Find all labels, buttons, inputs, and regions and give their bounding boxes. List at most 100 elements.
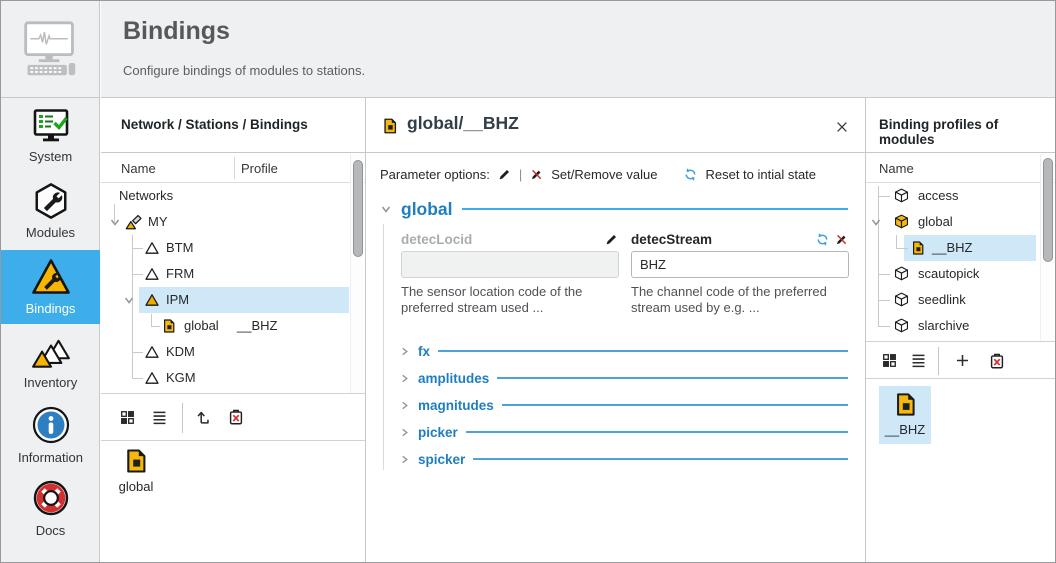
delete-icon[interactable] <box>988 352 1006 370</box>
subsection-picker[interactable]: picker <box>399 419 848 445</box>
profile-icon-item-bhz[interactable]: __BHZ <box>879 386 931 444</box>
subsection-fx[interactable]: fx <box>399 338 848 364</box>
sidebar-item-label: Docs <box>36 523 66 538</box>
scrollbar-thumb[interactable] <box>353 160 363 257</box>
parameter-options-label: Parameter options: <box>380 167 490 182</box>
tree-row-station-kgm[interactable]: KGM <box>101 365 351 391</box>
tree-row-network-my[interactable]: MY <box>101 209 351 235</box>
add-profile-icon[interactable] <box>954 352 971 369</box>
sidebar-item-bindings[interactable]: Bindings <box>1 250 100 324</box>
binding-file-icon <box>122 447 150 475</box>
binding-file-icon <box>161 318 177 334</box>
editor-header: global/__BHZ <box>366 98 865 153</box>
subsection-magnitudes[interactable]: magnitudes <box>399 392 848 418</box>
tree-row-module-global[interactable]: global <box>866 209 1040 235</box>
station-triangle-icon <box>144 240 160 256</box>
subsection-label: magnitudes <box>418 398 494 413</box>
column-separator[interactable] <box>234 157 235 179</box>
scconfig-window: Bindings Configure bindings of modules t… <box>0 0 1056 563</box>
icon-view-icon[interactable] <box>119 409 136 426</box>
tree-row-networks[interactable]: Networks <box>101 183 351 209</box>
close-icon[interactable] <box>834 119 850 135</box>
sidebar-item-inventory[interactable]: Inventory <box>1 334 100 394</box>
tree-row-module-scautopick[interactable]: scautopick <box>866 261 1040 287</box>
chevron-down-icon[interactable] <box>123 294 135 306</box>
chevron-down-icon[interactable] <box>870 216 882 228</box>
tree-label: MY <box>148 214 168 229</box>
modules-hexagon-wrench-icon <box>32 182 70 220</box>
subsection-rule <box>466 431 848 433</box>
scrollbar-thumb[interactable] <box>1043 158 1053 262</box>
remove-value-icon[interactable] <box>834 232 849 247</box>
chevron-right-icon[interactable] <box>399 427 410 438</box>
module-cube-icon <box>893 317 910 334</box>
editor-panel: global/__BHZ Parameter options: | Set/Re… <box>366 98 866 562</box>
tree-row-module-seedlink[interactable]: seedlink <box>866 287 1040 313</box>
network-icon <box>125 213 143 231</box>
scrollbar-track[interactable] <box>1040 154 1054 341</box>
remove-value-icon[interactable] <box>529 167 544 182</box>
tree-row-profile-bhz[interactable]: __BHZ <box>866 235 1040 261</box>
system-monitor-icon <box>31 108 71 144</box>
stations-panel-header: Network / Stations / Bindings <box>101 98 365 153</box>
sidebar-item-information[interactable]: Information <box>1 404 100 466</box>
edit-pencil-icon[interactable] <box>604 232 619 247</box>
profiles-columns: Name <box>866 153 1055 183</box>
subsection-amplitudes[interactable]: amplitudes <box>399 365 848 391</box>
binding-icon-item-global[interactable]: global <box>109 447 163 494</box>
toolbar-separator <box>182 403 183 433</box>
tree-row-station-frm[interactable]: FRM <box>101 261 351 287</box>
sidebar-item-system[interactable]: System <box>1 106 100 166</box>
icon-view-icon[interactable] <box>881 352 898 369</box>
docs-lifebuoy-icon <box>31 478 71 518</box>
chevron-down-icon[interactable] <box>380 203 392 215</box>
module-cube-icon <box>893 265 910 282</box>
detecStream-input[interactable] <box>631 251 849 278</box>
chevron-right-icon[interactable] <box>399 454 410 465</box>
tree-row-station-kdm[interactable]: KDM <box>101 339 351 365</box>
editor-title: global/__BHZ <box>407 113 519 134</box>
sidebar-item-modules[interactable]: Modules <box>1 181 100 241</box>
stations-panel: Network / Stations / Bindings Name Profi… <box>101 98 366 562</box>
delete-icon[interactable] <box>227 408 245 426</box>
go-up-icon[interactable] <box>194 408 212 426</box>
reset-initial-state-label[interactable]: Reset to intial state <box>705 167 816 182</box>
chevron-right-icon[interactable] <box>399 400 410 411</box>
field-description: The sensor location code of the preferre… <box>401 284 619 316</box>
sidebar-item-docs[interactable]: Docs <box>1 478 100 538</box>
chevron-right-icon[interactable] <box>399 346 410 357</box>
tree-row-binding-global[interactable]: global __BHZ <box>101 313 351 339</box>
tree-profile-value: __BHZ <box>237 318 277 333</box>
reset-refresh-icon[interactable] <box>815 232 830 247</box>
tree-label: FRM <box>166 266 194 281</box>
list-view-icon[interactable] <box>151 409 168 426</box>
tree-label: access <box>918 188 958 203</box>
profiles-panel: Binding profiles of modules Name access … <box>866 98 1055 562</box>
tree-row-station-ipm[interactable]: IPM <box>101 287 351 313</box>
edit-pencil-icon[interactable] <box>497 167 512 182</box>
chevron-down-icon[interactable] <box>109 216 121 228</box>
tree-label: global <box>918 214 953 229</box>
reset-refresh-icon[interactable] <box>683 167 698 182</box>
subsection-label: spicker <box>418 452 465 467</box>
subsection-spicker[interactable]: spicker <box>399 446 848 472</box>
scrollbar-track[interactable] <box>350 154 364 393</box>
profiles-toolbar <box>866 341 1055 379</box>
sidebar-item-label: Inventory <box>24 375 77 390</box>
set-remove-value-label[interactable]: Set/Remove value <box>551 167 657 182</box>
subsection-rule <box>502 404 848 406</box>
parameter-options-toolbar: Parameter options: | Set/Remove value Re… <box>380 164 816 184</box>
tree-row-module-access[interactable]: access <box>866 183 1040 209</box>
tree-label: scautopick <box>918 266 979 281</box>
inventory-triangles-icon <box>29 338 73 370</box>
list-view-icon[interactable] <box>910 352 927 369</box>
section-global-header[interactable]: global <box>380 196 848 222</box>
tree-label: KGM <box>166 370 196 385</box>
section-indent-guide <box>383 224 384 470</box>
page-header: Bindings Configure bindings of modules t… <box>101 1 1055 98</box>
field-detecLocid: detecLocid The sensor location code of t… <box>401 231 619 316</box>
toolbar-separator <box>938 347 939 375</box>
tree-row-module-slarchive[interactable]: slarchive <box>866 313 1040 339</box>
chevron-right-icon[interactable] <box>399 373 410 384</box>
tree-row-station-btm[interactable]: BTM <box>101 235 351 261</box>
